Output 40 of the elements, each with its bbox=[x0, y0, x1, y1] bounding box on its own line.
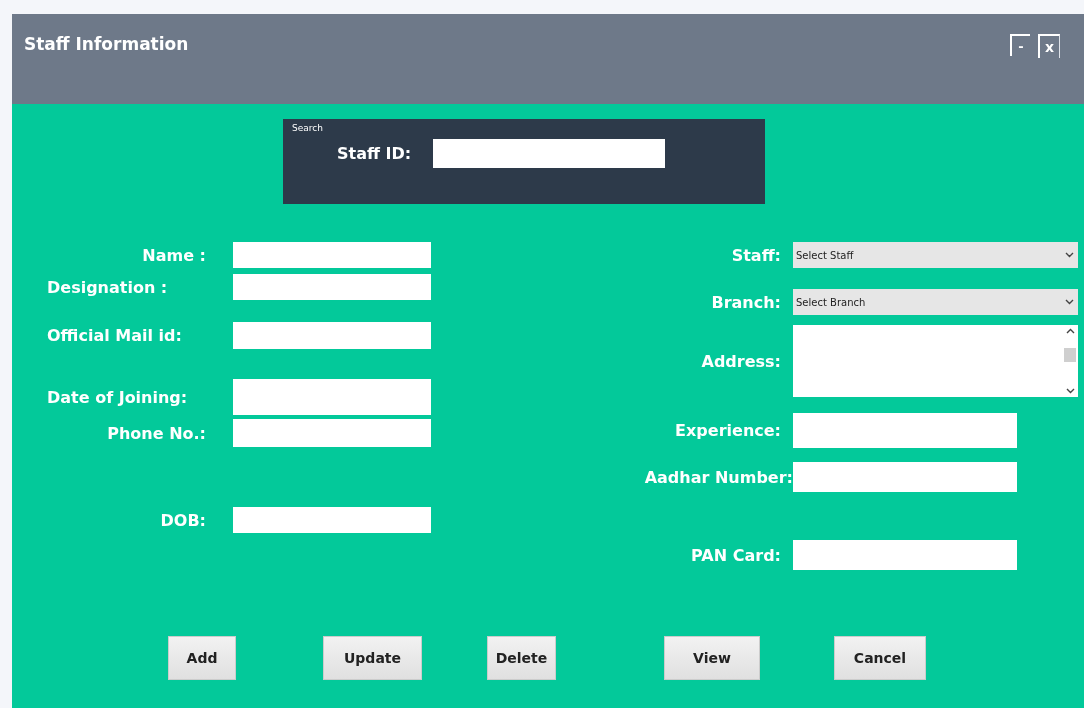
input-field[interactable] bbox=[233, 274, 431, 300]
input-field[interactable] bbox=[233, 242, 431, 268]
input-field[interactable] bbox=[233, 419, 431, 447]
field-label: Branch: bbox=[710, 292, 782, 312]
dropdown[interactable]: Select Branch bbox=[793, 289, 1078, 315]
input-field[interactable] bbox=[793, 462, 1017, 492]
action-button[interactable]: Add bbox=[168, 636, 236, 680]
input-field[interactable] bbox=[793, 540, 1017, 570]
input-field[interactable] bbox=[233, 322, 431, 349]
minimize-button[interactable]: - bbox=[1010, 34, 1030, 56]
field-label: PAN Card: bbox=[690, 545, 782, 565]
input-field[interactable] bbox=[793, 413, 1017, 448]
field-label: Address: bbox=[700, 351, 782, 371]
action-button[interactable]: View bbox=[664, 636, 760, 680]
scrollbar-thumb[interactable] bbox=[1064, 348, 1076, 362]
close-button[interactable]: x bbox=[1038, 34, 1060, 58]
input-field[interactable] bbox=[233, 379, 431, 415]
field-label: Experience: bbox=[674, 421, 782, 440]
chevron-down-icon bbox=[1065, 299, 1074, 305]
field-label: Date of Joining: bbox=[46, 387, 189, 407]
field-label: Staff: bbox=[730, 245, 782, 265]
field-label: Aadhar Number: bbox=[643, 467, 793, 487]
field-label: Official Mail id: bbox=[46, 326, 183, 345]
chevron-down-icon bbox=[1065, 388, 1075, 394]
field-label: Designation : bbox=[46, 277, 169, 297]
dropdown[interactable]: Select Staff bbox=[793, 242, 1078, 268]
scroll-up-icon[interactable] bbox=[1065, 328, 1075, 334]
chevron-down-icon bbox=[1065, 252, 1074, 258]
staff-id-field[interactable] bbox=[433, 139, 666, 168]
field-label: Name : bbox=[141, 245, 207, 265]
action-button[interactable]: Delete bbox=[487, 636, 556, 680]
field-label: DOB: bbox=[159, 510, 207, 530]
action-button[interactable]: Cancel bbox=[834, 636, 926, 680]
action-button[interactable]: Update bbox=[323, 636, 422, 680]
field-label: Phone No.: bbox=[106, 423, 207, 443]
field-label: Staff ID: bbox=[337, 144, 412, 163]
input-field[interactable] bbox=[233, 507, 431, 533]
address-field[interactable] bbox=[793, 325, 1078, 397]
window-title: Staff Information bbox=[24, 34, 189, 54]
panel-caption: Search bbox=[292, 123, 324, 133]
